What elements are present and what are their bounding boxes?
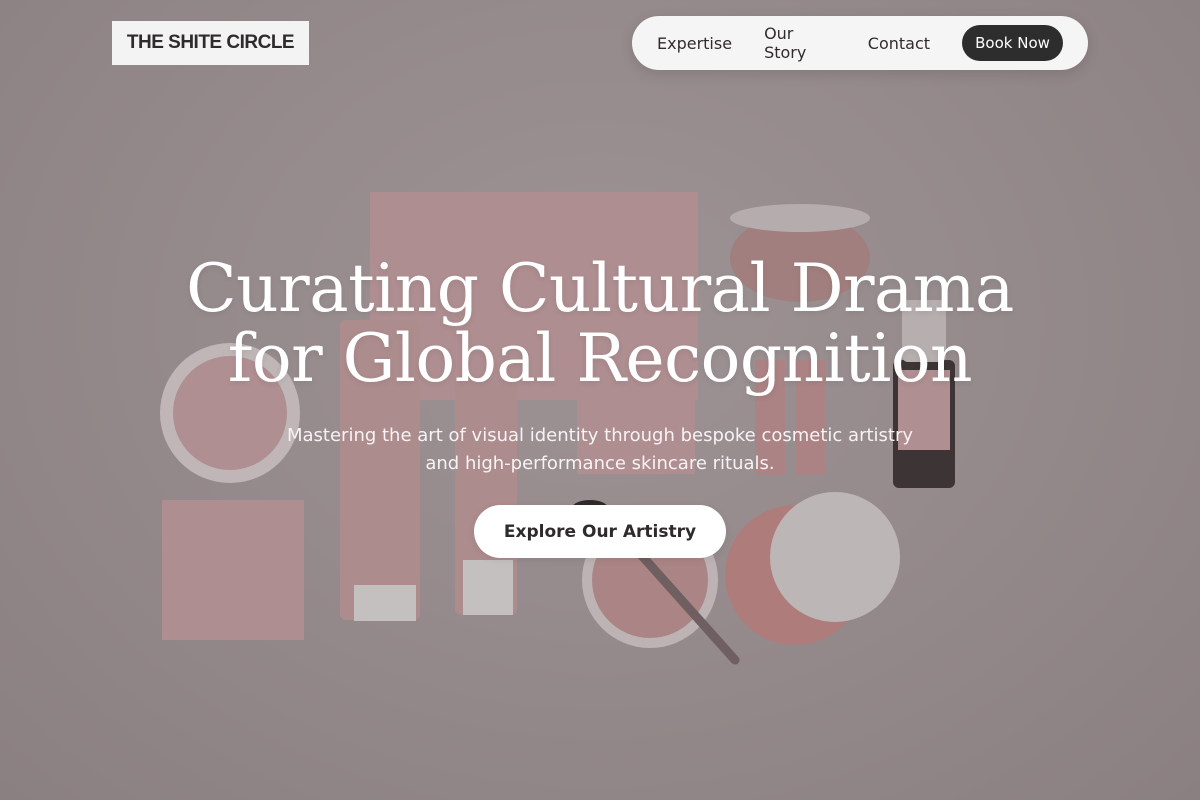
book-now-button[interactable]: Book Now — [962, 25, 1063, 61]
main-navigation: Expertise Our Story Contact Book Now — [632, 16, 1088, 70]
explore-artistry-button[interactable]: Explore Our Artistry — [474, 505, 726, 558]
hero-overlay — [0, 0, 1200, 800]
nav-link-our-story[interactable]: Our Story — [764, 24, 836, 62]
hero-subtitle: Mastering the art of visual identity thr… — [270, 422, 930, 478]
hero-subtitle-line2: and high-performance skincare rituals. — [425, 453, 775, 474]
hero-headline: Curating Cultural Drama for Global Recog… — [100, 254, 1100, 394]
hero-subtitle-line1: Mastering the art of visual identity thr… — [286, 425, 914, 446]
nav-link-expertise[interactable]: Expertise — [657, 34, 732, 53]
brand-logo[interactable]: THE SHITE CIRCLE — [112, 21, 309, 65]
brand-logo-text: THE SHITE CIRCLE — [126, 32, 295, 53]
hero-headline-line1: Curating Cultural Drama — [186, 250, 1014, 327]
hero-headline-line2: for Global Recognition — [227, 320, 973, 397]
nav-link-contact[interactable]: Contact — [868, 34, 930, 53]
